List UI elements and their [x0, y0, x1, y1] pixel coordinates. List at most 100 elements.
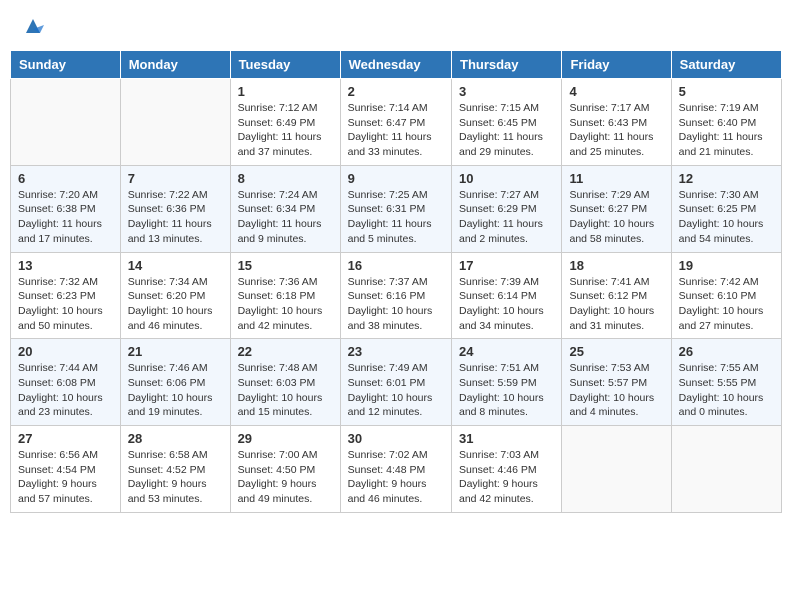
day-number: 22 [238, 344, 333, 359]
calendar-cell: 3 Sunrise: 7:15 AM Sunset: 6:45 PM Daylig… [452, 79, 562, 166]
calendar-header-row: SundayMondayTuesdayWednesdayThursdayFrid… [11, 51, 782, 79]
day-info: Sunrise: 7:46 AM Sunset: 6:06 PM Dayligh… [128, 361, 223, 420]
column-header-tuesday: Tuesday [230, 51, 340, 79]
logo [20, 15, 44, 37]
calendar-cell: 4Sunrise: 7:17 AM Sunset: 6:43 PM Daylig… [562, 79, 671, 166]
day-number: 21 [128, 344, 223, 359]
calendar-week-1: 1Sunrise: 7:12 AM Sunset: 6:49 PM Daylig… [11, 79, 782, 166]
calendar-cell: 7Sunrise: 7:22 AM Sunset: 6:36 PM Daylig… [120, 165, 230, 252]
day-info: Sunrise: 6:56 AM Sunset: 4:54 PM Dayligh… [18, 448, 113, 507]
day-info: Sunrise: 7:48 AM Sunset: 6:03 PM Dayligh… [238, 361, 333, 420]
day-number: 20 [18, 344, 113, 359]
column-header-saturday: Saturday [671, 51, 781, 79]
day-info: Sunrise: 7:53 AM Sunset: 5:57 PM Dayligh… [569, 361, 663, 420]
day-number: 13 [18, 258, 113, 273]
day-info: Sunrise: 7:03 AM Sunset: 4:46 PM Dayligh… [459, 448, 554, 507]
calendar-week-2: 6 Sunrise: 7:20 AM Sunset: 6:38 PM Daylig… [11, 165, 782, 252]
calendar-cell [120, 79, 230, 166]
day-number: 8 [238, 171, 333, 186]
day-info: Sunrise: 7:27 AM Sunset: 6:29 PM Dayligh… [459, 188, 554, 247]
column-header-wednesday: Wednesday [340, 51, 451, 79]
calendar-cell: 6 Sunrise: 7:20 AM Sunset: 6:38 PM Daylig… [11, 165, 121, 252]
calendar-cell: 8 Sunrise: 7:24 AM Sunset: 6:34 PM Daylig… [230, 165, 340, 252]
calendar-cell: 14Sunrise: 7:34 AM Sunset: 6:20 PM Dayli… [120, 252, 230, 339]
calendar-cell: 29 Sunrise: 7:00 AM Sunset: 4:50 PM Dayli… [230, 426, 340, 513]
day-number: 1 [238, 84, 333, 99]
calendar-cell: 26 Sunrise: 7:55 AM Sunset: 5:55 PM Dayli… [671, 339, 781, 426]
calendar-cell: 21 Sunrise: 7:46 AM Sunset: 6:06 PM Dayli… [120, 339, 230, 426]
column-header-friday: Friday [562, 51, 671, 79]
calendar-cell: 24 Sunrise: 7:51 AM Sunset: 5:59 PM Dayli… [452, 339, 562, 426]
calendar-cell: 17 Sunrise: 7:39 AM Sunset: 6:14 PM Dayli… [452, 252, 562, 339]
logo-icon [22, 15, 44, 37]
day-info: Sunrise: 7:25 AM Sunset: 6:31 PM Dayligh… [348, 188, 444, 247]
calendar-cell [562, 426, 671, 513]
calendar-cell: 2 Sunrise: 7:14 AM Sunset: 6:47 PM Daylig… [340, 79, 451, 166]
calendar-cell: 5Sunrise: 7:19 AM Sunset: 6:40 PM Daylig… [671, 79, 781, 166]
calendar-cell: 25 Sunrise: 7:53 AM Sunset: 5:57 PM Dayli… [562, 339, 671, 426]
day-info: Sunrise: 7:49 AM Sunset: 6:01 PM Dayligh… [348, 361, 444, 420]
day-info: Sunrise: 7:41 AM Sunset: 6:12 PM Dayligh… [569, 275, 663, 334]
day-number: 11 [569, 171, 663, 186]
day-info: Sunrise: 7:34 AM Sunset: 6:20 PM Dayligh… [128, 275, 223, 334]
calendar-cell: 30 Sunrise: 7:02 AM Sunset: 4:48 PM Dayli… [340, 426, 451, 513]
calendar-cell: 16 Sunrise: 7:37 AM Sunset: 6:16 PM Dayli… [340, 252, 451, 339]
day-number: 30 [348, 431, 444, 446]
calendar-cell: 22 Sunrise: 7:48 AM Sunset: 6:03 PM Dayli… [230, 339, 340, 426]
day-number: 28 [128, 431, 223, 446]
column-header-thursday: Thursday [452, 51, 562, 79]
day-number: 3 [459, 84, 554, 99]
day-info: Sunrise: 7:22 AM Sunset: 6:36 PM Dayligh… [128, 188, 223, 247]
day-number: 17 [459, 258, 554, 273]
day-number: 12 [679, 171, 774, 186]
day-info: Sunrise: 7:02 AM Sunset: 4:48 PM Dayligh… [348, 448, 444, 507]
day-info: Sunrise: 7:29 AM Sunset: 6:27 PM Dayligh… [569, 188, 663, 247]
day-info: Sunrise: 7:39 AM Sunset: 6:14 PM Dayligh… [459, 275, 554, 334]
page-header [10, 10, 782, 42]
day-info: Sunrise: 7:00 AM Sunset: 4:50 PM Dayligh… [238, 448, 333, 507]
day-number: 23 [348, 344, 444, 359]
day-info: Sunrise: 7:17 AM Sunset: 6:43 PM Dayligh… [569, 101, 663, 160]
day-info: Sunrise: 6:58 AM Sunset: 4:52 PM Dayligh… [128, 448, 223, 507]
day-number: 18 [569, 258, 663, 273]
calendar-cell: 9 Sunrise: 7:25 AM Sunset: 6:31 PM Daylig… [340, 165, 451, 252]
calendar-cell [11, 79, 121, 166]
day-info: Sunrise: 7:51 AM Sunset: 5:59 PM Dayligh… [459, 361, 554, 420]
day-info: Sunrise: 7:42 AM Sunset: 6:10 PM Dayligh… [679, 275, 774, 334]
calendar-cell: 18 Sunrise: 7:41 AM Sunset: 6:12 PM Dayli… [562, 252, 671, 339]
day-info: Sunrise: 7:24 AM Sunset: 6:34 PM Dayligh… [238, 188, 333, 247]
calendar-cell: 28 Sunrise: 6:58 AM Sunset: 4:52 PM Dayli… [120, 426, 230, 513]
calendar-week-4: 20 Sunrise: 7:44 AM Sunset: 6:08 PM Dayli… [11, 339, 782, 426]
day-info: Sunrise: 7:55 AM Sunset: 5:55 PM Dayligh… [679, 361, 774, 420]
day-number: 25 [569, 344, 663, 359]
calendar-cell: 19Sunrise: 7:42 AM Sunset: 6:10 PM Dayli… [671, 252, 781, 339]
calendar-cell [671, 426, 781, 513]
calendar-cell: 11 Sunrise: 7:29 AM Sunset: 6:27 PM Dayli… [562, 165, 671, 252]
day-info: Sunrise: 7:14 AM Sunset: 6:47 PM Dayligh… [348, 101, 444, 160]
day-number: 10 [459, 171, 554, 186]
day-number: 9 [348, 171, 444, 186]
calendar-cell: 31 Sunrise: 7:03 AM Sunset: 4:46 PM Dayli… [452, 426, 562, 513]
calendar-cell: 1Sunrise: 7:12 AM Sunset: 6:49 PM Daylig… [230, 79, 340, 166]
calendar-cell: 10 Sunrise: 7:27 AM Sunset: 6:29 PM Dayli… [452, 165, 562, 252]
day-info: Sunrise: 7:30 AM Sunset: 6:25 PM Dayligh… [679, 188, 774, 247]
calendar-week-3: 13Sunrise: 7:32 AM Sunset: 6:23 PM Dayli… [11, 252, 782, 339]
day-info: Sunrise: 7:44 AM Sunset: 6:08 PM Dayligh… [18, 361, 113, 420]
day-info: Sunrise: 7:15 AM Sunset: 6:45 PM Dayligh… [459, 101, 554, 160]
day-info: Sunrise: 7:20 AM Sunset: 6:38 PM Dayligh… [18, 188, 113, 247]
day-number: 15 [238, 258, 333, 273]
day-number: 6 [18, 171, 113, 186]
calendar-cell: 27Sunrise: 6:56 AM Sunset: 4:54 PM Dayli… [11, 426, 121, 513]
calendar-week-5: 27Sunrise: 6:56 AM Sunset: 4:54 PM Dayli… [11, 426, 782, 513]
day-number: 26 [679, 344, 774, 359]
day-number: 2 [348, 84, 444, 99]
day-number: 31 [459, 431, 554, 446]
day-number: 24 [459, 344, 554, 359]
day-info: Sunrise: 7:36 AM Sunset: 6:18 PM Dayligh… [238, 275, 333, 334]
day-number: 16 [348, 258, 444, 273]
day-number: 5 [679, 84, 774, 99]
day-number: 29 [238, 431, 333, 446]
calendar-table: SundayMondayTuesdayWednesdayThursdayFrid… [10, 50, 782, 513]
calendar-cell: 12 Sunrise: 7:30 AM Sunset: 6:25 PM Dayli… [671, 165, 781, 252]
day-info: Sunrise: 7:37 AM Sunset: 6:16 PM Dayligh… [348, 275, 444, 334]
